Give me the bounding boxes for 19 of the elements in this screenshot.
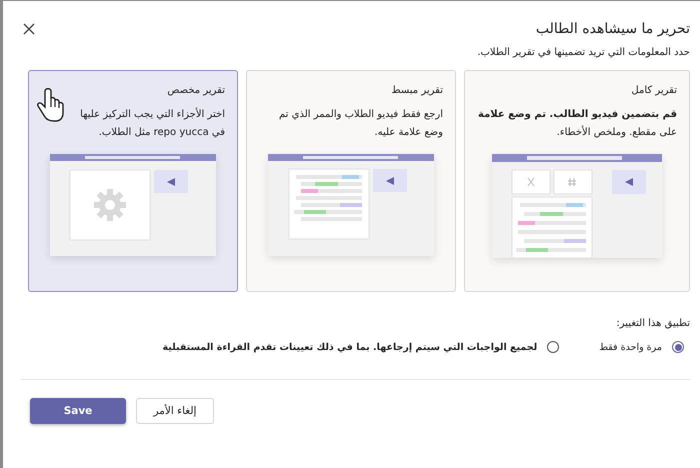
cancel-button[interactable]: إلغاء الأمر xyxy=(136,398,214,424)
card-description: ارجع فقط فيديو الطلاب والممر الذي تم وضع علامة عليه. xyxy=(278,108,443,140)
radio-button[interactable] xyxy=(547,341,560,353)
radio-option[interactable]: مرة واحدة فقط xyxy=(599,341,684,353)
radio-button[interactable] xyxy=(672,341,684,353)
close-icon[interactable] xyxy=(23,23,35,35)
dialog-title: تحرير ما سيشاهده الطالب xyxy=(536,21,690,37)
card-title: تقرير مبسط xyxy=(390,85,443,96)
card-description: قم بتضمين فيديو الطالب. تم وضع علامة على مقطع. وملخص الأخطاء. xyxy=(477,108,677,140)
report-option-card[interactable]: تقرير كامل قم بتضمين فيديو الطالب. تم وضع علامة على مقطع. وملخص الأخطاء. xyxy=(464,70,690,292)
report-option-card[interactable]: تقرير مبسط ارجع فقط فيديو الطلاب والممر الذي تم وضع علامة عليه. xyxy=(246,70,456,292)
radio-option[interactable]: لجميع الواجبات التي سيتم إرجاعها. بما في ذلك تعيينات تقدم القراءة المستقبلية xyxy=(162,341,560,353)
save-button[interactable]: Save xyxy=(30,398,126,424)
apply-label: تطبيق هذا التغيير: xyxy=(615,318,690,329)
report-option-card[interactable]: تقرير مخصص اختر الأجزاء التي يجب التركيز عليها في repo yucca مثل الطلاب. xyxy=(28,70,238,292)
dialog-subtitle: حدد المعلومات التي تريد تضمينها في تقرير الطلاب. xyxy=(476,47,690,58)
card-title: تقرير مخصص xyxy=(166,85,225,96)
card-title: تقرير كامل xyxy=(630,85,677,96)
card-description: اختر الأجزاء التي يجب التركيز عليها في repo yucca مثل الطلاب. xyxy=(79,106,225,140)
